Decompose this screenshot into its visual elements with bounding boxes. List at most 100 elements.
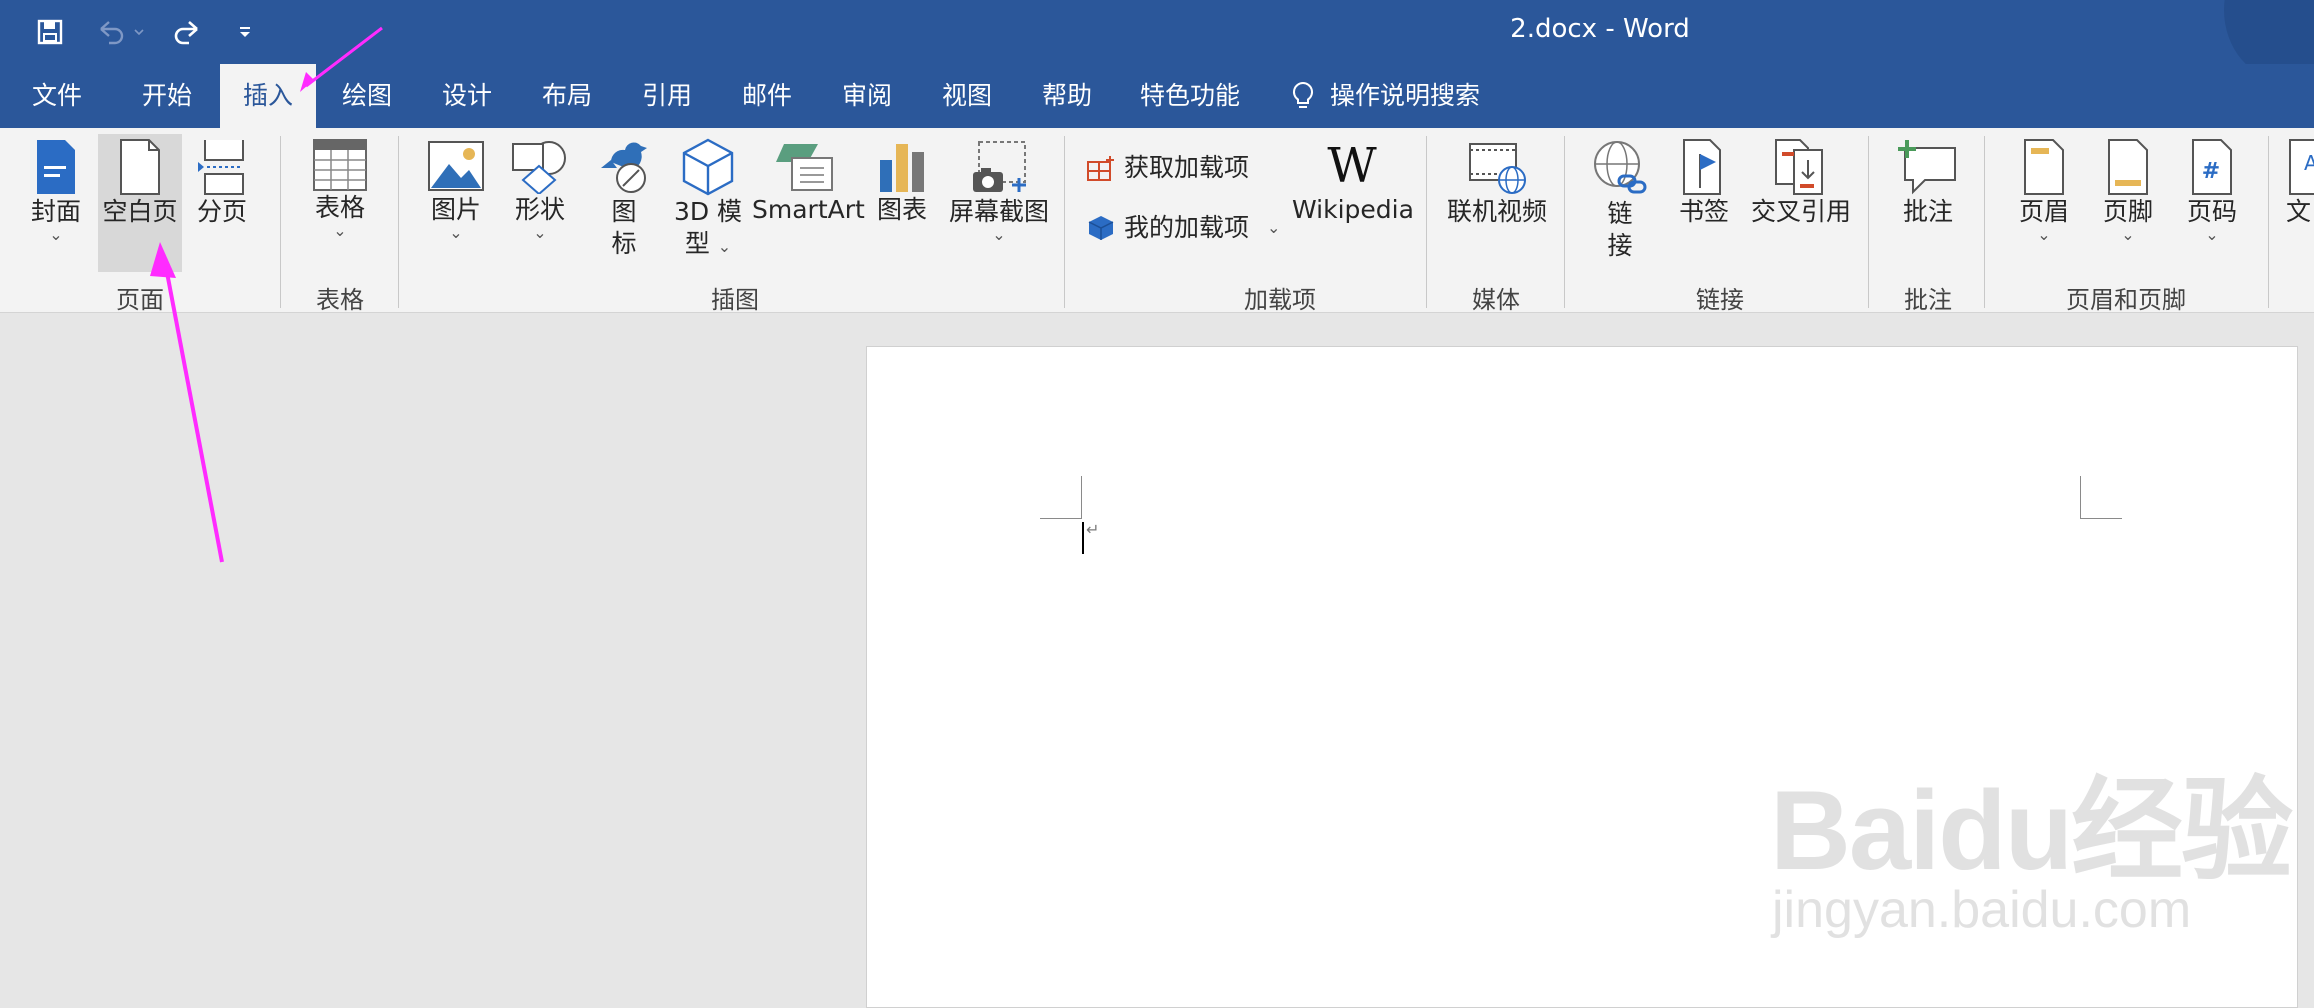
- tab-insert[interactable]: 插入: [220, 64, 316, 128]
- tab-design[interactable]: 设计: [430, 64, 504, 128]
- page-number-icon: #: [2192, 139, 2232, 195]
- chevron-down-icon: ⌄: [333, 221, 347, 240]
- screenshot-icon: [973, 141, 1026, 192]
- chevron-down-icon: ⌄: [49, 225, 63, 244]
- bookmark-button[interactable]: 书签: [1672, 138, 1736, 228]
- svg-text:A: A: [2304, 151, 2314, 175]
- wikipedia-icon: W: [1327, 138, 1377, 194]
- cross-reference-button[interactable]: 交叉引用: [1748, 138, 1854, 228]
- watermark-logo: Baidu经验: [1770, 768, 2293, 893]
- group-label-illustrations: 插图: [711, 286, 759, 314]
- group-label-tables: 表格: [316, 286, 364, 314]
- group-divider: [1064, 136, 1065, 308]
- chevron-down-icon: ⌄: [2037, 225, 2051, 244]
- my-addins-button[interactable]: 我的加载项 ⌄: [1086, 212, 1282, 244]
- pictures-button[interactable]: 图片 ⌄: [420, 138, 492, 242]
- tab-mailings[interactable]: 邮件: [730, 64, 804, 128]
- wikipedia-button[interactable]: W Wikipedia: [1292, 138, 1414, 226]
- group-label-links: 链接: [1696, 286, 1744, 314]
- get-addins-button[interactable]: 获取加载项: [1086, 152, 1256, 184]
- footer-icon: [2108, 139, 2148, 195]
- blank-page-icon: [120, 139, 160, 195]
- header-button[interactable]: 页眉 ⌄: [2006, 138, 2082, 244]
- bar-chart-icon: [880, 144, 924, 192]
- cube-3d-icon: [682, 138, 734, 196]
- chevron-down-icon: ⌄: [1267, 218, 1281, 237]
- 3d-models-label-line2: 型 ⌄: [684, 229, 732, 258]
- redo-icon[interactable]: [168, 12, 208, 52]
- icons-button[interactable]: 图 标: [592, 138, 656, 260]
- svg-text:#: #: [2202, 159, 2220, 184]
- icons-icon: [601, 142, 647, 193]
- crop-mark-top-left: [1040, 518, 1082, 519]
- header-icon: [2024, 139, 2064, 195]
- text-box-icon: A: [2289, 139, 2314, 195]
- blank-page-button[interactable]: 空白页: [98, 134, 182, 272]
- title-bar: 2.docx - Word: [0, 0, 2314, 80]
- shapes-icon: [512, 141, 566, 194]
- online-video-icon: [1469, 143, 1526, 194]
- text-cursor: [1082, 522, 1084, 554]
- chevron-down-icon: ⌄: [533, 223, 547, 242]
- group-divider: [1868, 136, 1869, 308]
- tab-draw[interactable]: 绘图: [330, 64, 404, 128]
- page-break-button[interactable]: 分页: [192, 138, 252, 228]
- tab-special-features[interactable]: 特色功能: [1130, 64, 1250, 128]
- group-label-media: 媒体: [1472, 286, 1520, 314]
- crop-mark-top-left: [1081, 476, 1082, 518]
- customize-qat-icon[interactable]: [230, 12, 260, 52]
- my-addins-icon: [1088, 216, 1114, 240]
- tab-file[interactable]: 文件: [20, 64, 94, 128]
- chart-button[interactable]: 图表: [866, 138, 938, 226]
- chevron-down-icon: ⌄: [717, 237, 732, 256]
- page-break-icon: [198, 140, 244, 195]
- window-title: 2.docx - Word: [1510, 14, 1690, 44]
- svg-text:W: W: [1327, 138, 1377, 194]
- group-divider: [1984, 136, 1985, 308]
- cross-reference-icon: [1775, 139, 1823, 195]
- watermark-url: jingyan.baidu.com: [1772, 881, 2192, 939]
- tab-view[interactable]: 视图: [930, 64, 1004, 128]
- group-divider: [280, 136, 281, 308]
- 3d-models-button[interactable]: 3D 模 型 ⌄: [668, 138, 748, 263]
- link-globe-icon: [1594, 141, 1647, 194]
- table-button[interactable]: 表格 ⌄: [300, 138, 380, 240]
- group-label-comments: 批注: [1904, 286, 1952, 314]
- ribbon-insert: 封面 ⌄ 空白页 分页 页面 表格 ⌄ 表格 图片 ⌄ 形状 ⌄ 图 标 3D …: [0, 128, 2314, 314]
- shapes-button[interactable]: 形状 ⌄: [504, 138, 576, 242]
- group-label-header-footer: 页眉和页脚: [2066, 286, 2186, 314]
- comment-icon: [1898, 140, 1956, 195]
- link-button[interactable]: 链 接: [1588, 138, 1652, 262]
- picture-icon: [428, 141, 484, 191]
- tab-layout[interactable]: 布局: [530, 64, 604, 128]
- store-addins-icon: [1087, 156, 1114, 181]
- smartart-button[interactable]: SmartArt: [752, 138, 865, 226]
- tab-review[interactable]: 审阅: [830, 64, 904, 128]
- chevron-down-icon: ⌄: [2205, 225, 2219, 244]
- crop-mark-top-right: [2080, 476, 2081, 518]
- screenshot-button[interactable]: 屏幕截图 ⌄: [946, 138, 1052, 244]
- tell-me-search[interactable]: 操作说明搜索: [1290, 64, 1520, 128]
- tab-home[interactable]: 开始: [130, 64, 204, 128]
- smartart-icon: [776, 144, 833, 191]
- online-video-button[interactable]: 联机视频: [1444, 138, 1550, 228]
- page-number-button[interactable]: # 页码 ⌄: [2174, 138, 2250, 244]
- text-box-button[interactable]: A 文: [2286, 138, 2314, 228]
- group-divider: [1426, 136, 1427, 308]
- group-label-pages: 页面: [116, 286, 164, 314]
- ribbon-tab-strip: 文件 开始 插入 绘图 设计 布局 引用 邮件 审阅 视图 帮助 特色功能 操作…: [0, 64, 2314, 128]
- group-divider: [2268, 136, 2269, 308]
- cover-page-button[interactable]: 封面 ⌄: [20, 138, 92, 244]
- crop-mark-top-right: [2080, 518, 2122, 519]
- lightbulb-icon: [1292, 81, 1314, 108]
- save-icon[interactable]: [30, 12, 70, 52]
- group-divider: [398, 136, 399, 308]
- undo-icon[interactable]: [90, 12, 150, 52]
- chevron-down-icon: ⌄: [992, 225, 1006, 244]
- tab-help[interactable]: 帮助: [1030, 64, 1104, 128]
- chevron-down-icon: ⌄: [2121, 225, 2135, 244]
- new-comment-button[interactable]: 批注: [1890, 138, 1966, 228]
- tab-references[interactable]: 引用: [630, 64, 704, 128]
- paragraph-mark: ↵: [1086, 520, 1100, 539]
- footer-button[interactable]: 页脚 ⌄: [2090, 138, 2166, 244]
